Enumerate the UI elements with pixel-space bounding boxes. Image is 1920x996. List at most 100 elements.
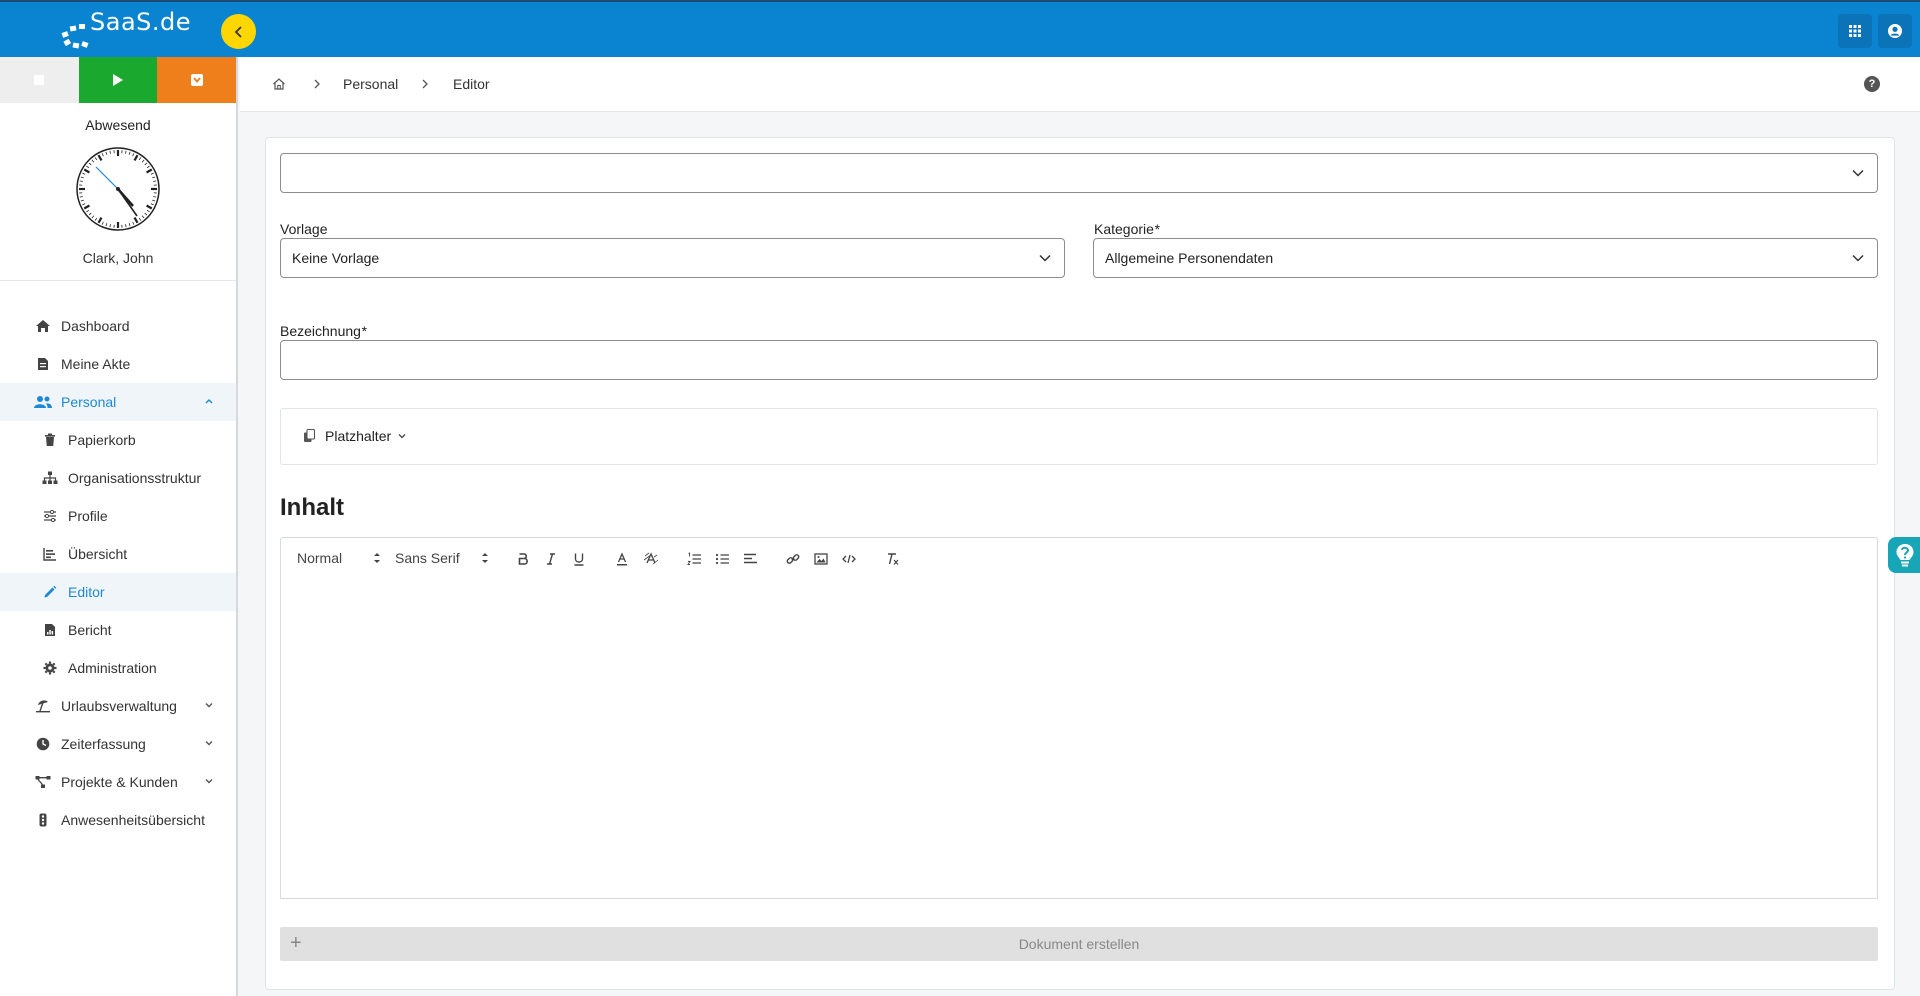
apps-grid-button[interactable] [1838,14,1872,48]
content-heading: Inhalt [280,494,344,521]
clear-format-icon [888,553,899,565]
ordered-list-button[interactable] [684,549,704,569]
file-icon [34,355,52,373]
code-button[interactable] [839,549,859,569]
sort-icon [374,553,380,563]
bullet-list-icon [715,553,729,565]
document-select[interactable] [280,153,1878,193]
home-icon[interactable] [272,77,286,91]
floating-help-button[interactable] [1888,537,1920,573]
gear-icon [41,659,59,677]
chevron-right-icon [314,79,320,89]
vorlage-label: Vorlage [280,221,328,237]
link-button[interactable] [783,549,803,569]
vorlage-select[interactable]: Keine Vorlage [280,238,1065,278]
sidebar-item-uebersicht[interactable]: Übersicht [0,535,236,573]
sidebar-item-label: Dashboard [61,318,130,334]
umbrella-beach-icon [34,697,52,715]
sort-icon [482,553,488,563]
underline-button[interactable] [569,549,589,569]
sidebar-item-dashboard[interactable]: Dashboard [0,307,236,345]
sidebar-item-bericht[interactable]: Bericht [0,611,236,649]
bold-button[interactable] [513,549,533,569]
placeholder-dropdown-button[interactable]: Platzhalter [303,428,407,444]
kategorie-select[interactable]: Allgemeine Personendaten [1093,238,1878,278]
sidebar-item-projekte-kunden[interactable]: Projekte & Kunden [0,763,236,801]
presence-status: Abwesend [85,117,151,133]
bold-icon [518,553,528,565]
top-bar: SaaS.de [0,0,1920,57]
image-button[interactable] [811,549,831,569]
chevron-down-icon [205,779,213,784]
link-icon [786,554,800,564]
start-timer-button[interactable] [78,57,158,103]
sidebar-item-label: Profile [68,508,108,524]
sidebar-item-organisationsstruktur[interactable]: Organisationsstruktur [0,459,236,497]
sidebar-item-anwesenheitsuebersicht[interactable]: Anwesenheitsübersicht [0,801,236,839]
clear-format-button[interactable] [883,549,903,569]
breadcrumb-personal[interactable]: Personal [343,76,398,92]
sidebar-item-urlaubsverwaltung[interactable]: Urlaubsverwaltung [0,687,236,725]
font-family-select[interactable]: Sans Serif [395,550,495,566]
sidebar-item-personal[interactable]: Personal [0,383,236,421]
grid-icon [1849,25,1861,37]
italic-icon [547,553,555,565]
required-marker: * [1153,221,1160,237]
text-size-value: Normal [297,550,343,566]
pause-timer-button[interactable] [157,57,237,103]
chevron-left-icon [234,25,242,38]
bezeichnung-input[interactable] [280,340,1878,380]
italic-button[interactable] [541,549,561,569]
rich-text-editor[interactable] [280,578,1878,899]
create-document-button[interactable]: + Dokument erstellen [280,927,1878,961]
sidebar-item-label: Anwesenheitsübersicht [61,812,205,828]
chevron-right-icon [422,79,428,89]
plus-icon: + [290,932,302,954]
sidebar-item-profile[interactable]: Profile [0,497,236,535]
sidebar-item-editor[interactable]: Editor [0,573,236,611]
font-color-icon [617,552,627,566]
code-icon [842,554,856,564]
timer-controls [0,57,237,103]
sidebar: Abwesend Clark, John Dashboard Meine Akt… [0,57,238,996]
sidebar-item-meine-akte[interactable]: Meine Akte [0,345,236,383]
analog-clock [76,147,160,231]
help-icon[interactable]: ? [1864,76,1880,92]
play-icon [113,74,123,86]
project-diagram-icon [34,773,52,791]
pencil-icon [41,583,59,601]
user-account-button[interactable] [1878,14,1912,48]
bullet-list-button[interactable] [712,549,732,569]
chevron-up-icon [205,399,213,404]
logo-text: SaaS.de [90,8,192,36]
text-size-select[interactable]: Normal [297,550,385,566]
vorlage-value: Keine Vorlage [292,250,380,266]
sidebar-item-label: Administration [68,660,157,676]
sidebar-item-label: Bericht [68,622,112,638]
coffee-break-icon [190,74,203,86]
sidebar-item-administration[interactable]: Administration [0,649,236,687]
file-chart-icon [41,621,59,639]
saas-logo[interactable]: SaaS.de [60,8,192,52]
sidebar-item-label: Übersicht [68,546,128,562]
sidebar-item-zeiterfassung[interactable]: Zeiterfassung [0,725,236,763]
sidebar-collapse-button[interactable] [221,14,256,49]
align-button[interactable] [740,549,760,569]
text-color-button[interactable] [612,549,632,569]
stop-timer-button[interactable] [0,57,79,103]
required-marker: * [360,323,367,339]
user-circle-icon [1888,24,1902,38]
traffic-light-icon [34,811,52,829]
copy-icon [304,429,316,442]
trash-icon [41,431,59,449]
kategorie-label-text: Kategorie [1094,221,1154,237]
placeholder-panel: Platzhalter [280,408,1878,465]
chevron-down-icon [1039,254,1051,262]
user-name: Clark, John [82,250,154,266]
sidebar-item-papierkorb[interactable]: Papierkorb [0,421,236,459]
chevron-down-icon [398,434,406,439]
sidebar-item-label: Meine Akte [61,356,131,372]
background-color-button[interactable] [641,549,661,569]
breadcrumb-editor: Editor [453,76,490,92]
sidebar-item-label: Editor [68,584,105,600]
